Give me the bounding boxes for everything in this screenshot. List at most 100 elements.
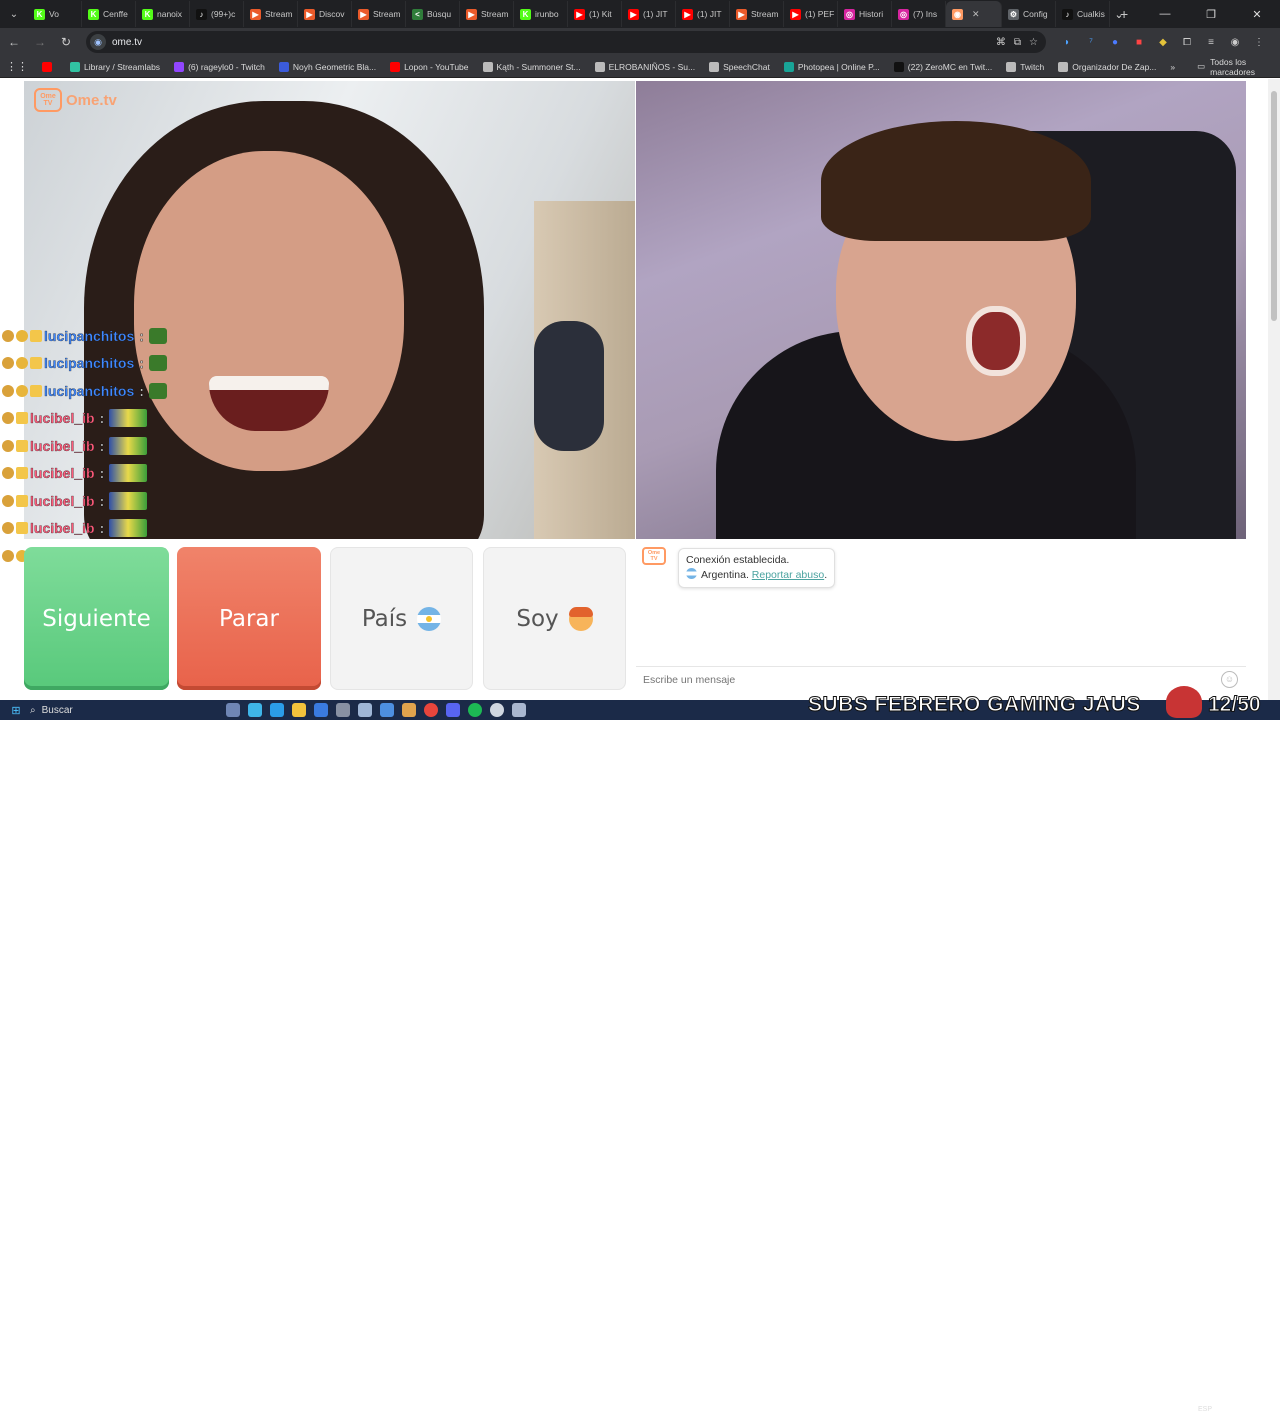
discord-icon[interactable] [446, 703, 460, 717]
chrome-icon[interactable] [424, 703, 438, 717]
message-input[interactable] [643, 673, 1203, 686]
tab-favicon-icon: ▶ [250, 8, 261, 20]
tab-favicon-icon: ▶ [790, 8, 801, 20]
site-info-icon[interactable]: ◉ [90, 34, 106, 50]
chevron-down-icon[interactable]: ⌄ [1096, 0, 1142, 28]
tab-label: (1) JIT [643, 9, 668, 19]
address-bar[interactable]: ◉ ome.tv ⌘ ⧉ ☆ [86, 31, 1046, 53]
bookmark-item[interactable]: Kąth - Summoner St... [482, 61, 581, 72]
taskbar-search[interactable]: ⌕ Buscar [30, 701, 190, 719]
apps-grid-icon[interactable]: ⋮⋮ [6, 60, 28, 73]
windows-start-icon[interactable]: ⊞ [6, 700, 26, 720]
stop-button[interactable]: Parar [177, 547, 321, 690]
extension-icon[interactable]: ◆ [1156, 37, 1170, 48]
bookmark-item[interactable]: Twitch [1006, 61, 1044, 72]
extension-icon[interactable]: ◗ [1060, 37, 1074, 48]
store-icon[interactable] [314, 703, 328, 717]
report-abuse-link[interactable]: Reportar abuso [752, 569, 824, 581]
media-controls-icon[interactable]: ≡ [1204, 37, 1218, 48]
browser-tab[interactable]: ◎ Histori [838, 1, 892, 27]
bookmark-item[interactable]: (6) rageylo0 - Twitch [174, 61, 265, 72]
browser-tab[interactable]: K Vo [28, 1, 82, 27]
minimize-button[interactable]: — [1142, 0, 1188, 28]
bookmark-item[interactable]: Library / Streamlabs [70, 61, 160, 72]
scrollbar-thumb[interactable] [1271, 91, 1277, 321]
reload-icon[interactable]: ↻ [54, 30, 78, 54]
browser-tab[interactable]: ♪ (99+)c [190, 1, 244, 27]
browser-tab[interactable]: ▶ (1) JIT [622, 1, 676, 27]
menu-kebab-icon[interactable]: ⋮ [1252, 37, 1266, 48]
tab-favicon-icon: K [88, 8, 99, 20]
copilot-icon[interactable] [248, 703, 262, 717]
sword-badge-icon [2, 467, 14, 480]
steam-icon[interactable] [358, 703, 372, 717]
tab-search-chevron-icon[interactable]: ⌄ [0, 0, 28, 28]
bookmark-item[interactable]: ELROBANIÑOS - Su... [594, 61, 695, 72]
bookmark-item[interactable] [42, 61, 56, 72]
back-arrow-icon[interactable]: ← [2, 30, 26, 54]
app-icon[interactable] [380, 703, 394, 717]
bookmark-list: Library / Streamlabs (6) rageylo0 - Twitc… [42, 61, 1170, 72]
all-bookmarks-folder[interactable]: » ▭ Todos los marcadores [1170, 57, 1280, 77]
sub-badge-icon [16, 329, 28, 342]
file-explorer-icon[interactable] [292, 703, 306, 717]
bookmark-item[interactable]: Lopon - YouTube [390, 61, 469, 72]
chevron-double-right-icon[interactable]: » [1170, 62, 1175, 72]
task-view-icon[interactable] [226, 703, 240, 717]
ome-tv-chat-logo: Ome TV [642, 547, 666, 565]
extension-icon[interactable]: ● [1108, 37, 1122, 48]
bookmark-item[interactable]: SpeechChat [709, 61, 770, 72]
extensions-puzzle-icon[interactable]: ⧠ [1180, 37, 1194, 48]
browser-tab[interactable]: ▶ Stream [244, 1, 298, 27]
browser-tab[interactable]: ▶ (1) PEF [784, 1, 838, 27]
forward-arrow-icon[interactable]: → [28, 30, 52, 54]
bookmark-item[interactable]: Organizador De Zap... [1058, 61, 1156, 72]
bookmark-item[interactable]: Photopea | Online P... [783, 61, 880, 72]
emoji-smiley-icon[interactable]: ☺ [1221, 671, 1238, 688]
page-scrollbar[interactable] [1268, 79, 1280, 700]
next-button[interactable]: Siguiente [24, 547, 169, 690]
all-bookmarks-label[interactable]: Todos los marcadores [1210, 57, 1268, 77]
tray-language[interactable]: ESP [1198, 1406, 1212, 1413]
url-text[interactable]: ome.tv [112, 37, 142, 48]
browser-tab[interactable]: ▶ Discov [298, 1, 352, 27]
country-filter-button[interactable]: País [330, 547, 473, 690]
browser-tab[interactable]: ▶ Stream [460, 1, 514, 27]
browser-tab[interactable]: Knanoix [136, 1, 190, 27]
browser-tab[interactable]: ◎ (7) Ins [892, 1, 946, 27]
maximize-button[interactable]: ❐ [1188, 0, 1234, 28]
folder-icon: ▭ [1197, 61, 1206, 71]
tab-label: Stream [373, 9, 401, 19]
sword-badge-icon [2, 357, 14, 370]
browser-tab[interactable]: ⚙ Config [1002, 1, 1056, 27]
bookmark-star-icon[interactable]: ☆ [1029, 37, 1038, 48]
bookmark-item[interactable]: Noyh Geometric Bla... [278, 61, 376, 72]
self-video [636, 81, 1246, 539]
browser-tab[interactable]: ▶ Stream [730, 1, 784, 27]
gender-button[interactable]: Soy [483, 547, 626, 690]
tab-label: Histori [859, 9, 884, 19]
tab-label: irunbo [535, 9, 559, 19]
browser-tab[interactable]: ▶ (1) Kit [568, 1, 622, 27]
chat-separator: : [139, 382, 144, 399]
browser-tab[interactable]: < Búsqu [406, 1, 460, 27]
adblock-icon[interactable]: ■ [1132, 37, 1146, 48]
obs-icon[interactable] [490, 703, 504, 717]
browser-tab[interactable]: ▶ (1) JIT [676, 1, 730, 27]
browser-tab[interactable]: Kirunbo [514, 1, 568, 27]
app-icon[interactable] [402, 703, 416, 717]
browser-tab[interactable]: ◉ ✕ [946, 1, 1002, 27]
bookmark-item[interactable]: (22) ZeroMC en Twit... [893, 61, 992, 72]
spotify-icon[interactable] [468, 703, 482, 717]
app-icon[interactable] [336, 703, 350, 717]
install-app-icon[interactable]: ⧉ [1014, 37, 1021, 48]
edge-icon[interactable] [270, 703, 284, 717]
extension-icon[interactable]: ⁷ [1084, 37, 1098, 48]
app-icon[interactable] [512, 703, 526, 717]
profile-avatar-icon[interactable]: ◉ [1228, 37, 1242, 48]
close-window-button[interactable]: ✕ [1234, 0, 1280, 28]
translate-icon[interactable]: ⌘ [996, 37, 1006, 48]
browser-tab[interactable]: K Cenffe [82, 1, 136, 27]
close-tab-icon[interactable]: ✕ [972, 9, 980, 20]
browser-tab[interactable]: ▶ Stream [352, 1, 406, 27]
